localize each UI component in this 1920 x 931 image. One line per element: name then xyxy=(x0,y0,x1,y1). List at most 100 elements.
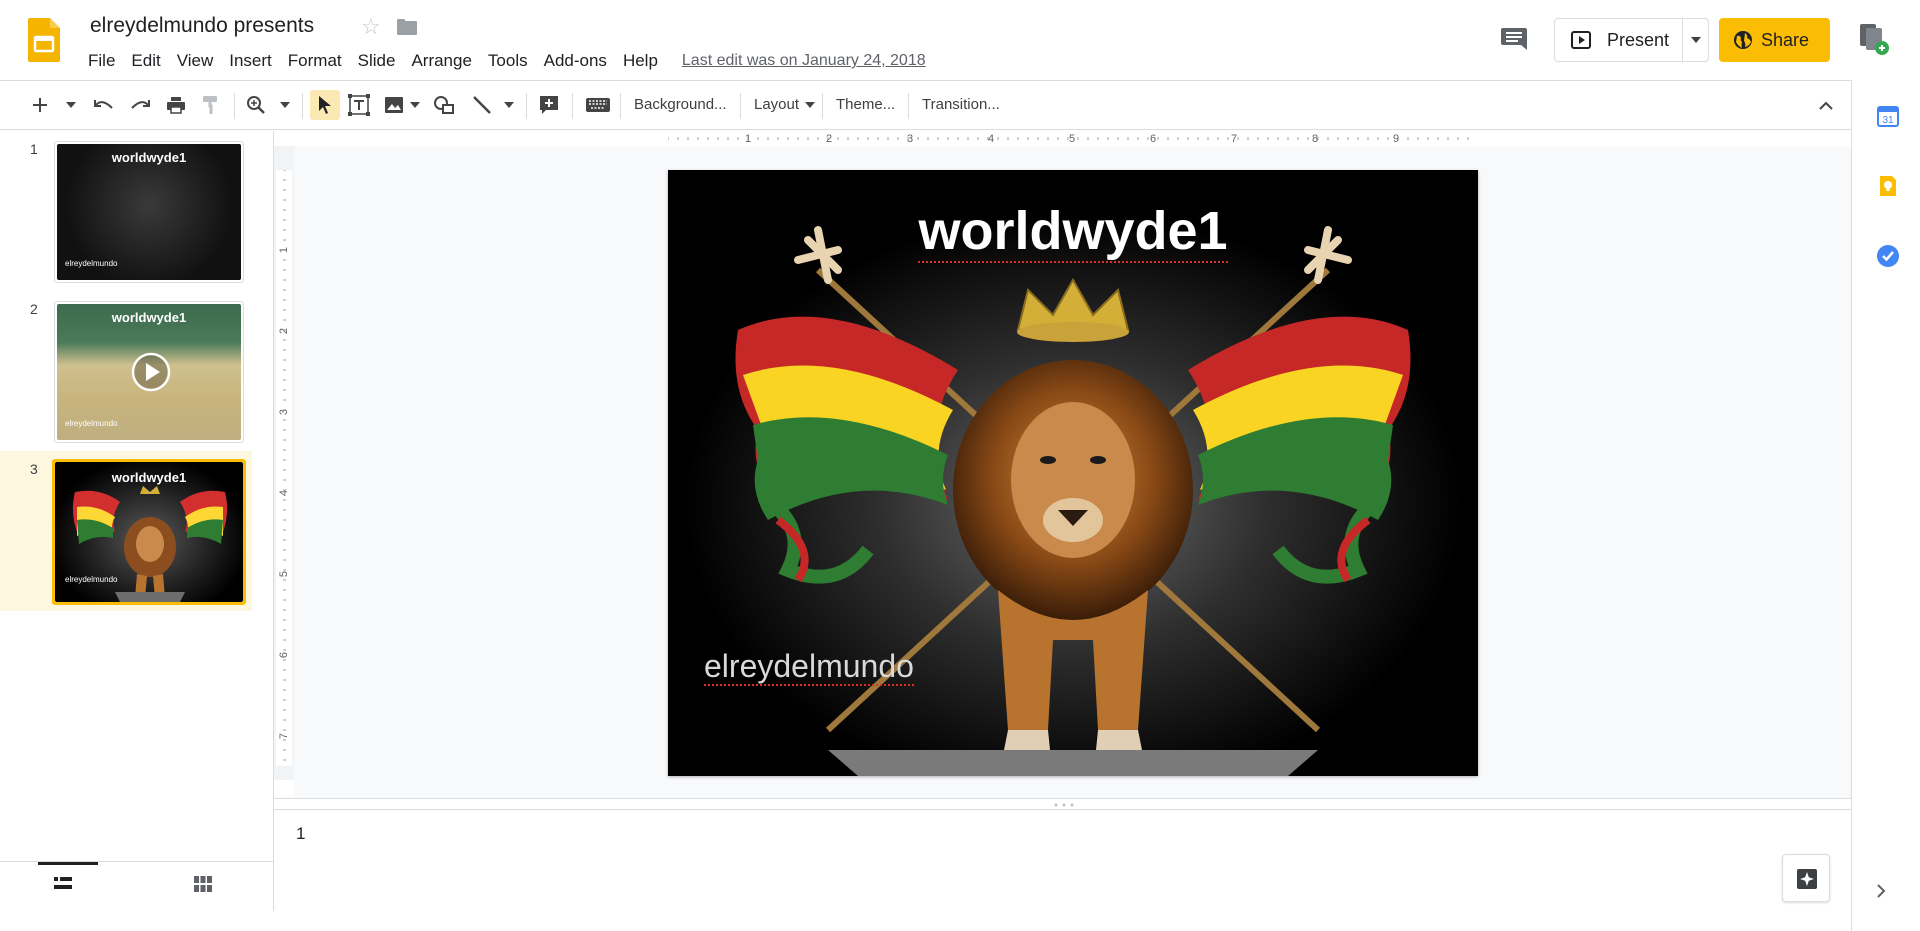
add-comment-icon xyxy=(540,96,558,114)
toolbar-divider xyxy=(740,93,741,119)
new-slide-button[interactable] xyxy=(30,90,50,120)
ruler-label: 1 xyxy=(278,247,290,253)
tasks-icon[interactable] xyxy=(1876,244,1900,268)
undo-button[interactable] xyxy=(92,90,116,120)
select-tool-button[interactable] xyxy=(310,90,340,120)
notes-splitter[interactable] xyxy=(274,798,1851,810)
share-button[interactable]: Share xyxy=(1719,18,1830,62)
active-view-indicator xyxy=(38,862,98,865)
slide-subtitle[interactable]: elreydelmundo xyxy=(704,648,914,686)
print-button[interactable] xyxy=(164,90,188,120)
image-button[interactable] xyxy=(382,90,406,120)
horizontal-ruler: 1 2 3 4 5 6 7 8 9 xyxy=(668,130,1478,146)
redo-button[interactable] xyxy=(128,90,152,120)
ruler-label: 5 xyxy=(1069,133,1075,145)
menu-slide[interactable]: Slide xyxy=(350,48,404,74)
collapse-menus-button[interactable] xyxy=(1814,90,1838,120)
play-icon[interactable] xyxy=(131,352,171,392)
menu-tools[interactable]: Tools xyxy=(480,48,536,74)
grid-view-button[interactable] xyxy=(194,876,216,898)
filmstrip-slide-3[interactable]: 3 worldwyde1 elreydelmundo xyxy=(0,451,252,611)
redo-icon xyxy=(131,100,150,109)
text-box-icon xyxy=(348,94,370,116)
chevron-down-icon xyxy=(805,102,816,109)
speaker-notes-text[interactable]: 1 xyxy=(296,824,305,844)
explore-button[interactable] xyxy=(1782,854,1830,902)
layout-button[interactable]: Layout xyxy=(754,96,816,113)
doc-title[interactable]: elreydelmundo presents xyxy=(90,14,314,38)
menu-arrange[interactable]: Arrange xyxy=(403,48,479,74)
present-dropdown[interactable] xyxy=(1683,19,1708,61)
slides-logo-icon[interactable] xyxy=(28,18,60,62)
side-panel: 31 xyxy=(1851,80,1920,931)
ruler-label: 7 xyxy=(1231,133,1237,145)
line-dropdown[interactable] xyxy=(502,90,516,120)
zoom-button[interactable] xyxy=(244,90,268,120)
new-slide-dropdown[interactable] xyxy=(64,90,78,120)
speaker-notes[interactable]: 1 xyxy=(274,810,1851,911)
share-label: Share xyxy=(1761,29,1810,50)
filmstrip-view-switcher xyxy=(0,861,274,911)
comment-icon[interactable] xyxy=(1500,26,1528,52)
menu-insert[interactable]: Insert xyxy=(221,48,280,74)
transition-button[interactable]: Transition... xyxy=(922,96,1000,113)
menu-edit[interactable]: Edit xyxy=(123,48,168,74)
ruler-label: 6 xyxy=(1150,133,1156,145)
menu-format[interactable]: Format xyxy=(280,48,350,74)
account-avatar-icon[interactable] xyxy=(1858,22,1890,56)
menu-view[interactable]: View xyxy=(169,48,222,74)
text-box-button[interactable] xyxy=(346,90,372,120)
slide-title-text: worldwyde1 xyxy=(918,201,1228,263)
star-icon[interactable]: ☆ xyxy=(361,14,381,40)
filmstrip-view-button[interactable] xyxy=(54,876,76,898)
chevron-down-icon xyxy=(1690,37,1701,43)
slide-title[interactable]: worldwyde1 xyxy=(668,200,1478,263)
present-button[interactable]: Present xyxy=(1555,19,1683,61)
zoom-icon xyxy=(247,96,265,114)
globe-icon xyxy=(1734,31,1752,49)
image-dropdown[interactable] xyxy=(408,90,422,120)
slide-thumbnail[interactable]: worldwyde1 elreydelmundo xyxy=(52,459,246,605)
keep-icon[interactable] xyxy=(1876,174,1900,198)
theme-button[interactable]: Theme... xyxy=(836,96,895,113)
layout-label: Layout xyxy=(754,96,800,113)
menu-help[interactable]: Help xyxy=(615,48,666,74)
folder-icon[interactable] xyxy=(396,18,418,36)
insert-comment-button[interactable] xyxy=(536,90,562,120)
lion-thumbnail-image: worldwyde1 elreydelmundo xyxy=(55,462,243,602)
filmstrip: 1 worldwyde1 elreydelmundo 2 worldwyde1 … xyxy=(0,131,274,861)
slide-number: 2 xyxy=(30,301,38,317)
ruler-label: 5 xyxy=(278,571,290,577)
thumbnail-subtitle: elreydelmundo xyxy=(65,575,118,584)
chevron-down-icon xyxy=(504,102,514,108)
chevron-down-icon xyxy=(410,102,420,108)
menu-file[interactable]: File xyxy=(80,48,123,74)
chevron-up-icon xyxy=(1819,101,1833,110)
app-header: elreydelmundo presents ☆ File Edit View … xyxy=(0,0,1920,80)
shape-button[interactable] xyxy=(432,90,456,120)
ruler-label: 1 xyxy=(745,133,751,145)
svg-text:31: 31 xyxy=(1882,115,1894,126)
filmstrip-slide-1[interactable]: 1 worldwyde1 elreydelmundo xyxy=(0,131,252,291)
ruler-label: 9 xyxy=(1393,133,1399,145)
background-button[interactable]: Background... xyxy=(634,96,727,113)
toolbar: Background... Layout Theme... Transition… xyxy=(0,80,1852,130)
input-tools-button[interactable] xyxy=(584,90,612,120)
thumbnail-title: worldwyde1 xyxy=(111,310,187,325)
paint-format-button[interactable] xyxy=(198,90,222,120)
slide-3-editor[interactable]: worldwyde1 elreydelmundo xyxy=(668,170,1478,776)
line-button[interactable] xyxy=(470,90,494,120)
thumbnail-title: worldwyde1 xyxy=(111,150,187,165)
video-thumbnail-image: worldwyde1 elreydelmundo xyxy=(57,304,241,440)
grid-view-icon xyxy=(194,876,212,892)
last-edit-link[interactable]: Last edit was on January 24, 2018 xyxy=(682,52,926,70)
slide-thumbnail[interactable]: worldwyde1 elreydelmundo xyxy=(54,141,244,283)
slide-thumbnail[interactable]: worldwyde1 elreydelmundo xyxy=(54,301,244,443)
zoom-dropdown[interactable] xyxy=(278,90,292,120)
calendar-icon[interactable]: 31 xyxy=(1876,104,1900,128)
chevron-right-icon[interactable] xyxy=(1876,884,1886,898)
ruler-label: 2 xyxy=(826,133,832,145)
print-icon xyxy=(167,97,185,114)
menu-addons[interactable]: Add-ons xyxy=(536,48,615,74)
filmstrip-slide-2[interactable]: 2 worldwyde1 elreydelmundo xyxy=(0,291,252,451)
